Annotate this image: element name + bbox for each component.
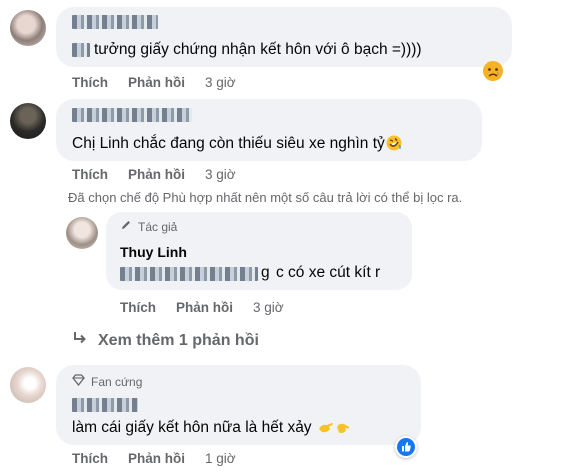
commenter-name-blurred[interactable] (72, 15, 158, 29)
comment-text: tưởng giấy chứng nhận kết hôn với ô bạch… (94, 41, 422, 58)
reply-text: c có xe cút kít r (276, 264, 381, 281)
author-badge: Tác giả (120, 219, 177, 234)
comment-actions: Thích Phản hồi 3 giờ (72, 167, 236, 182)
commenter-name-blurred[interactable] (72, 398, 138, 412)
diamond-icon (72, 374, 85, 389)
reply-time[interactable]: 3 giờ (253, 300, 284, 315)
reply-text-visible-start: g (261, 264, 270, 281)
comment-time[interactable]: 3 giờ (205, 167, 236, 182)
avatar[interactable] (10, 103, 46, 139)
like-button[interactable]: Thích (72, 167, 108, 182)
reply-button[interactable]: Phản hồi (128, 167, 185, 182)
like-button[interactable]: Thích (120, 300, 156, 315)
author-name[interactable]: Thuy Linh (120, 244, 187, 260)
comment-text-blurred-prefix (72, 43, 90, 57)
comment-text: Chị Linh chắc đang còn thiếu siêu xe ngh… (72, 134, 402, 157)
reply-arrow-icon (72, 330, 88, 351)
see-more-replies-button[interactable]: Xem thêm 1 phản hồi (72, 330, 259, 351)
comment-actions: Thích Phản hồi 1 giờ (72, 451, 236, 466)
comment-text: làm cái giấy kết hôn nữa là hết xảy (72, 418, 351, 441)
fan-badge: Fan cứng (72, 374, 142, 389)
filter-notice: Đã chọn chế độ Phù hợp nhất nên một số c… (68, 190, 463, 205)
reply-actions: Thích Phản hồi 3 giờ (120, 300, 284, 315)
reply-text-blurred-prefix (120, 267, 258, 281)
reply-button[interactable]: Phản hồi (176, 300, 233, 315)
avatar[interactable] (10, 10, 46, 46)
comment-actions: Thích Phản hồi 3 giờ (72, 75, 236, 90)
like-button[interactable]: Thích (72, 75, 108, 90)
comment-time[interactable]: 1 giờ (205, 451, 236, 466)
avatar[interactable] (10, 367, 46, 403)
rolling-laughing-icon (386, 135, 402, 157)
pointing-hands-icon (317, 419, 351, 441)
commenter-name-blurred[interactable] (72, 108, 192, 122)
avatar[interactable] (66, 217, 98, 249)
reply-button[interactable]: Phản hồi (128, 75, 185, 90)
reply-button[interactable]: Phản hồi (128, 451, 185, 466)
like-icon[interactable] (395, 436, 417, 458)
like-button[interactable]: Thích (72, 451, 108, 466)
comment-time[interactable]: 3 giờ (205, 75, 236, 90)
sad-face-icon[interactable] (482, 60, 504, 82)
pencil-icon (120, 219, 132, 234)
